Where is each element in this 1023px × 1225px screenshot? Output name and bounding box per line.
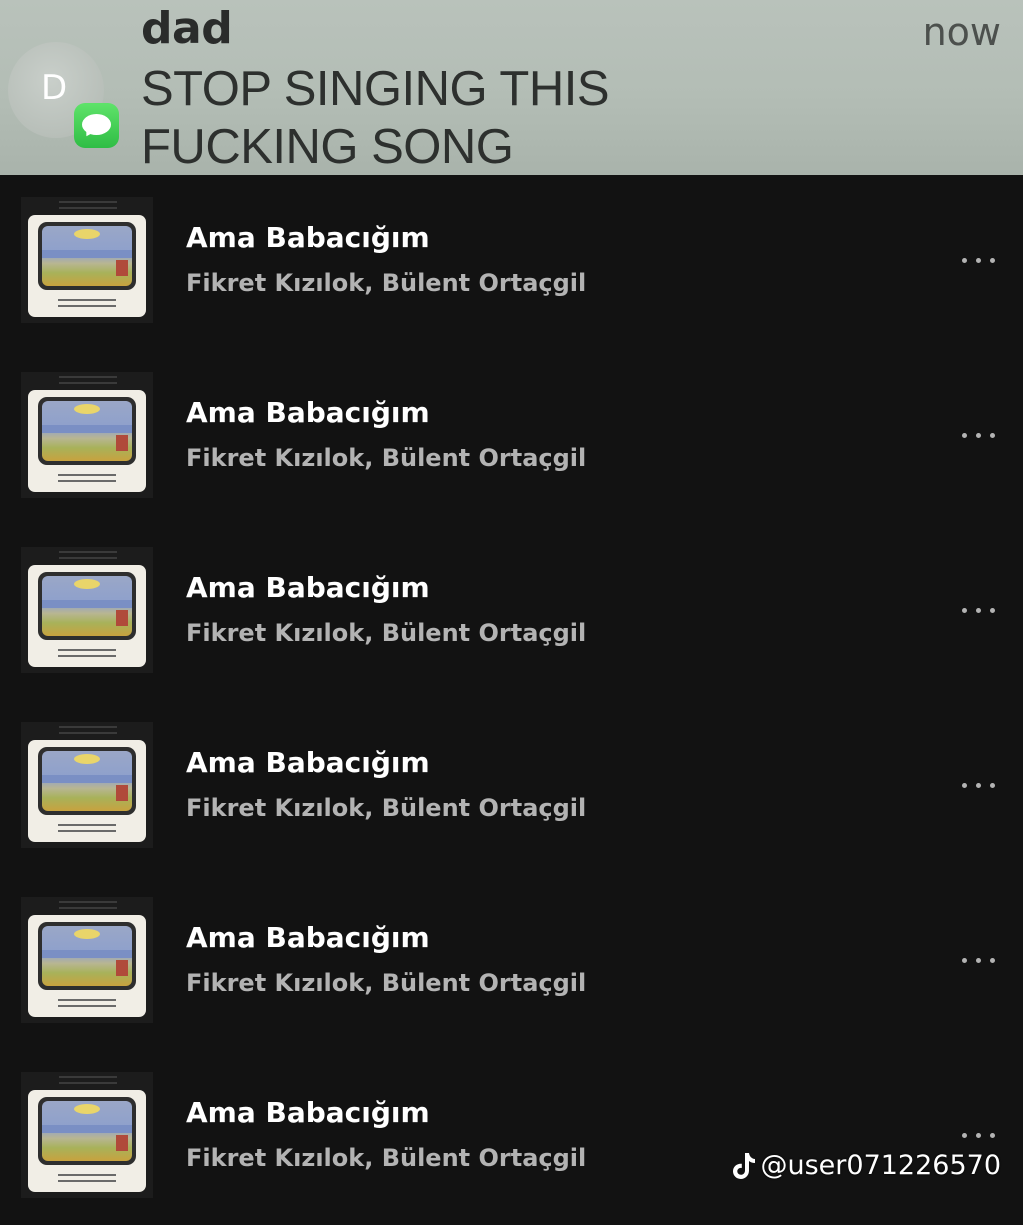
track-list: Ama Babacığım Fikret Kızılok, Bülent Ort… bbox=[0, 175, 1023, 1200]
track-row[interactable]: Ama Babacığım Fikret Kızılok, Bülent Ort… bbox=[0, 875, 1023, 1050]
watermark-handle: @user071226570 bbox=[760, 1150, 1002, 1181]
album-cover bbox=[21, 722, 153, 848]
album-cover bbox=[21, 197, 153, 323]
track-artist: Fikret Kızılok, Bülent Ortaçgil bbox=[186, 619, 587, 647]
album-cover bbox=[21, 547, 153, 673]
notification-sender: dad bbox=[141, 3, 233, 54]
more-options-icon[interactable] bbox=[950, 595, 1006, 625]
contact-avatar-initial: D bbox=[41, 68, 68, 108]
track-row[interactable]: Ama Babacığım Fikret Kızılok, Bülent Ort… bbox=[0, 350, 1023, 525]
tiktok-icon bbox=[732, 1153, 755, 1179]
track-title: Ama Babacığım bbox=[186, 571, 430, 604]
album-cover bbox=[21, 372, 153, 498]
track-title: Ama Babacığım bbox=[186, 396, 430, 429]
more-options-icon[interactable] bbox=[950, 245, 1006, 275]
notification-time: now bbox=[922, 10, 1001, 54]
track-artist: Fikret Kızılok, Bülent Ortaçgil bbox=[186, 969, 587, 997]
track-title: Ama Babacığım bbox=[186, 921, 430, 954]
more-options-icon[interactable] bbox=[950, 945, 1006, 975]
notification-message: STOP SINGING THIS FUCKING SONG bbox=[141, 62, 610, 174]
track-artist: Fikret Kızılok, Bülent Ortaçgil bbox=[186, 1144, 587, 1172]
track-artist: Fikret Kızılok, Bülent Ortaçgil bbox=[186, 794, 587, 822]
track-row[interactable]: Ama Babacığım Fikret Kızılok, Bülent Ort… bbox=[0, 700, 1023, 875]
track-title: Ama Babacığım bbox=[186, 746, 430, 779]
more-options-icon[interactable] bbox=[950, 770, 1006, 800]
album-cover bbox=[21, 897, 153, 1023]
more-options-icon[interactable] bbox=[950, 420, 1006, 450]
message-notification-banner[interactable]: D dad now STOP SINGING THIS FUCKING SONG bbox=[0, 0, 1023, 175]
track-row[interactable]: Ama Babacığım Fikret Kızılok, Bülent Ort… bbox=[0, 525, 1023, 700]
track-title: Ama Babacığım bbox=[186, 1096, 430, 1129]
tiktok-watermark: @user071226570 bbox=[731, 1146, 1002, 1186]
album-cover bbox=[21, 1072, 153, 1198]
track-row[interactable]: Ama Babacığım Fikret Kızılok, Bülent Ort… bbox=[0, 175, 1023, 350]
track-row[interactable]: Ama Babacığım Fikret Kızılok, Bülent Ort… bbox=[0, 1050, 1023, 1225]
track-artist: Fikret Kızılok, Bülent Ortaçgil bbox=[186, 444, 587, 472]
track-title: Ama Babacığım bbox=[186, 221, 430, 254]
track-artist: Fikret Kızılok, Bülent Ortaçgil bbox=[186, 269, 587, 297]
messages-icon bbox=[74, 103, 119, 148]
